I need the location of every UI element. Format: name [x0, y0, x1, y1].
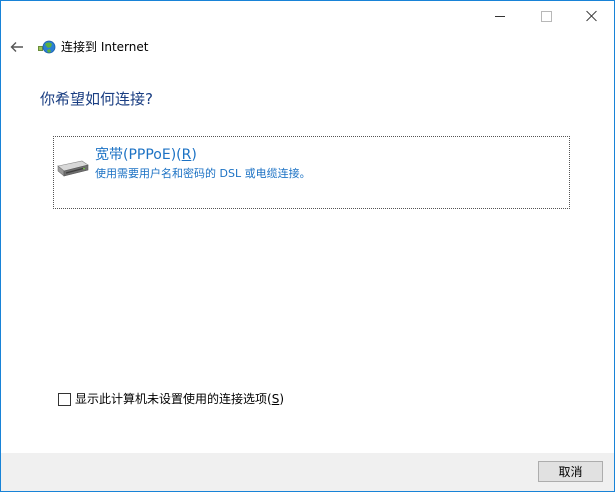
- checkbox-label: 显示此计算机未设置使用的连接选项(S): [75, 392, 284, 406]
- maximize-icon: [540, 10, 552, 22]
- option-title-mnemonic: R: [181, 147, 192, 163]
- minimize-button[interactable]: [477, 1, 523, 31]
- network-globe-icon: [38, 40, 56, 54]
- connect-to-internet-window: 连接到 Internet 你希望如何连接? 宽带(PPPoE)(R) 使用需要用…: [0, 0, 615, 492]
- footer-bar: 取消: [1, 453, 614, 491]
- cancel-button[interactable]: 取消: [538, 461, 603, 482]
- option-title: 宽带(PPPoE)(R): [95, 147, 197, 163]
- title-bar: [1, 1, 614, 33]
- show-unconfigured-options-checkbox-row[interactable]: 显示此计算机未设置使用的连接选项(S): [58, 392, 284, 406]
- option-description: 使用需要用户名和密码的 DSL 或电缆连接。: [95, 167, 311, 180]
- minimize-icon: [495, 15, 505, 17]
- window-title: 连接到 Internet: [61, 40, 149, 54]
- page-heading: 你希望如何连接?: [40, 90, 153, 108]
- close-button[interactable]: [569, 1, 614, 31]
- back-button[interactable]: [7, 37, 27, 57]
- close-icon: [586, 10, 598, 22]
- broadband-drive-icon: [57, 160, 89, 177]
- show-unconfigured-options-checkbox[interactable]: [58, 392, 71, 406]
- broadband-pppoe-option[interactable]: 宽带(PPPoE)(R) 使用需要用户名和密码的 DSL 或电缆连接。: [53, 136, 570, 209]
- maximize-button: [523, 1, 569, 31]
- back-arrow-icon: [10, 42, 23, 52]
